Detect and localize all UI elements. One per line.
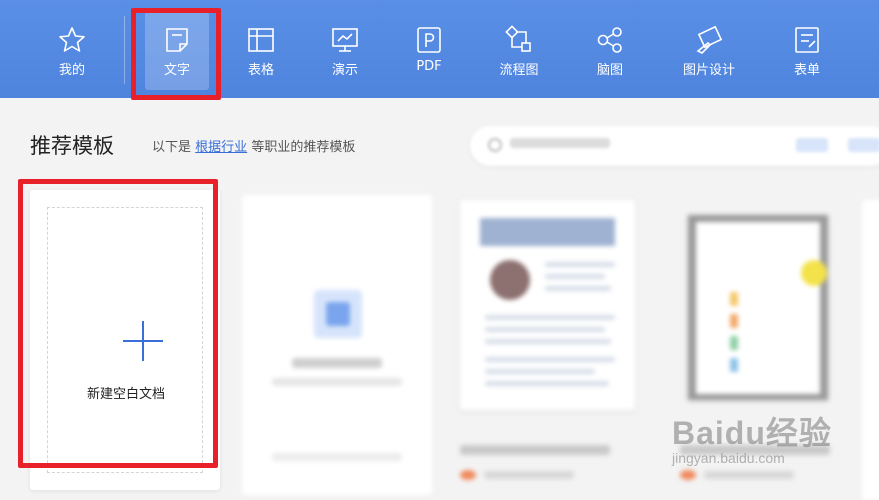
toolbar-item-presentation[interactable]: 演示 [313, 12, 377, 90]
template-desc-placeholder [272, 378, 402, 386]
template-title-placeholder [292, 358, 382, 368]
toolbar-item-mine[interactable]: 我的 [40, 12, 104, 90]
toolbar-item-label: 表格 [247, 63, 274, 78]
subtitle-prefix: 以下是 [152, 140, 192, 155]
template-card-partial[interactable] [862, 200, 879, 500]
toolbar-item-pdf[interactable]: PDF [397, 12, 461, 90]
template-card[interactable] [242, 195, 432, 495]
template-title-placeholder [460, 445, 610, 455]
industry-link[interactable]: 根据行业 [195, 140, 247, 155]
toolbar-item-label: 流程图 [499, 63, 539, 78]
flowchart-icon [505, 25, 531, 52]
star-icon [59, 27, 85, 52]
template-thumbnail [460, 200, 635, 410]
search-tag-button[interactable] [796, 138, 828, 152]
toolbar-item-label: 表单 [793, 63, 820, 78]
template-card[interactable] [460, 200, 635, 500]
toolbar-item-label: 演示 [331, 63, 358, 78]
template-meta-placeholder [272, 453, 402, 461]
image-design-icon [696, 25, 723, 54]
table-icon [248, 28, 274, 52]
template-logo-icon [314, 290, 362, 338]
toolbar-item-mindmap[interactable]: 脑图 [578, 12, 642, 90]
search-icon [488, 138, 502, 152]
subtitle-suffix: 等职业的推荐模板 [251, 140, 356, 155]
highlight-box-blank-card [18, 179, 218, 468]
template-card[interactable] [680, 200, 850, 500]
section-title: 推荐模板 [30, 134, 114, 158]
template-search-bar[interactable] [470, 126, 879, 166]
photo-icon [490, 260, 530, 300]
pdf-icon [417, 27, 441, 53]
highlight-box-text-tab [131, 8, 221, 100]
presentation-icon [332, 28, 358, 52]
mindmap-icon [597, 27, 622, 53]
toolbar-item-flowchart[interactable]: 流程图 [487, 12, 551, 90]
toolbar-item-label: 我的 [58, 63, 85, 78]
toolbar-item-spreadsheet[interactable]: 表格 [229, 12, 293, 90]
template-paper [696, 222, 827, 394]
author-avatar [460, 470, 476, 480]
author-avatar [680, 470, 696, 480]
template-meta-placeholder [484, 471, 574, 479]
search-placeholder [510, 138, 610, 148]
section-subtitle: 以下是 根据行业 等职业的推荐模板 [152, 136, 355, 155]
form-icon [795, 27, 819, 53]
search-tag-button[interactable] [848, 138, 879, 152]
toolbar-item-form[interactable]: 表单 [775, 12, 839, 90]
template-title-placeholder [680, 445, 830, 455]
sun-decoration [801, 260, 827, 286]
toolbar-item-label: 图片设计 [682, 63, 735, 78]
toolbar-separator [124, 16, 125, 84]
template-meta-placeholder [704, 471, 794, 479]
toolbar-item-label: PDF [416, 59, 442, 74]
toolbar-item-image-design[interactable]: 图片设计 [672, 12, 746, 90]
toolbar-item-label: 脑图 [596, 63, 623, 78]
